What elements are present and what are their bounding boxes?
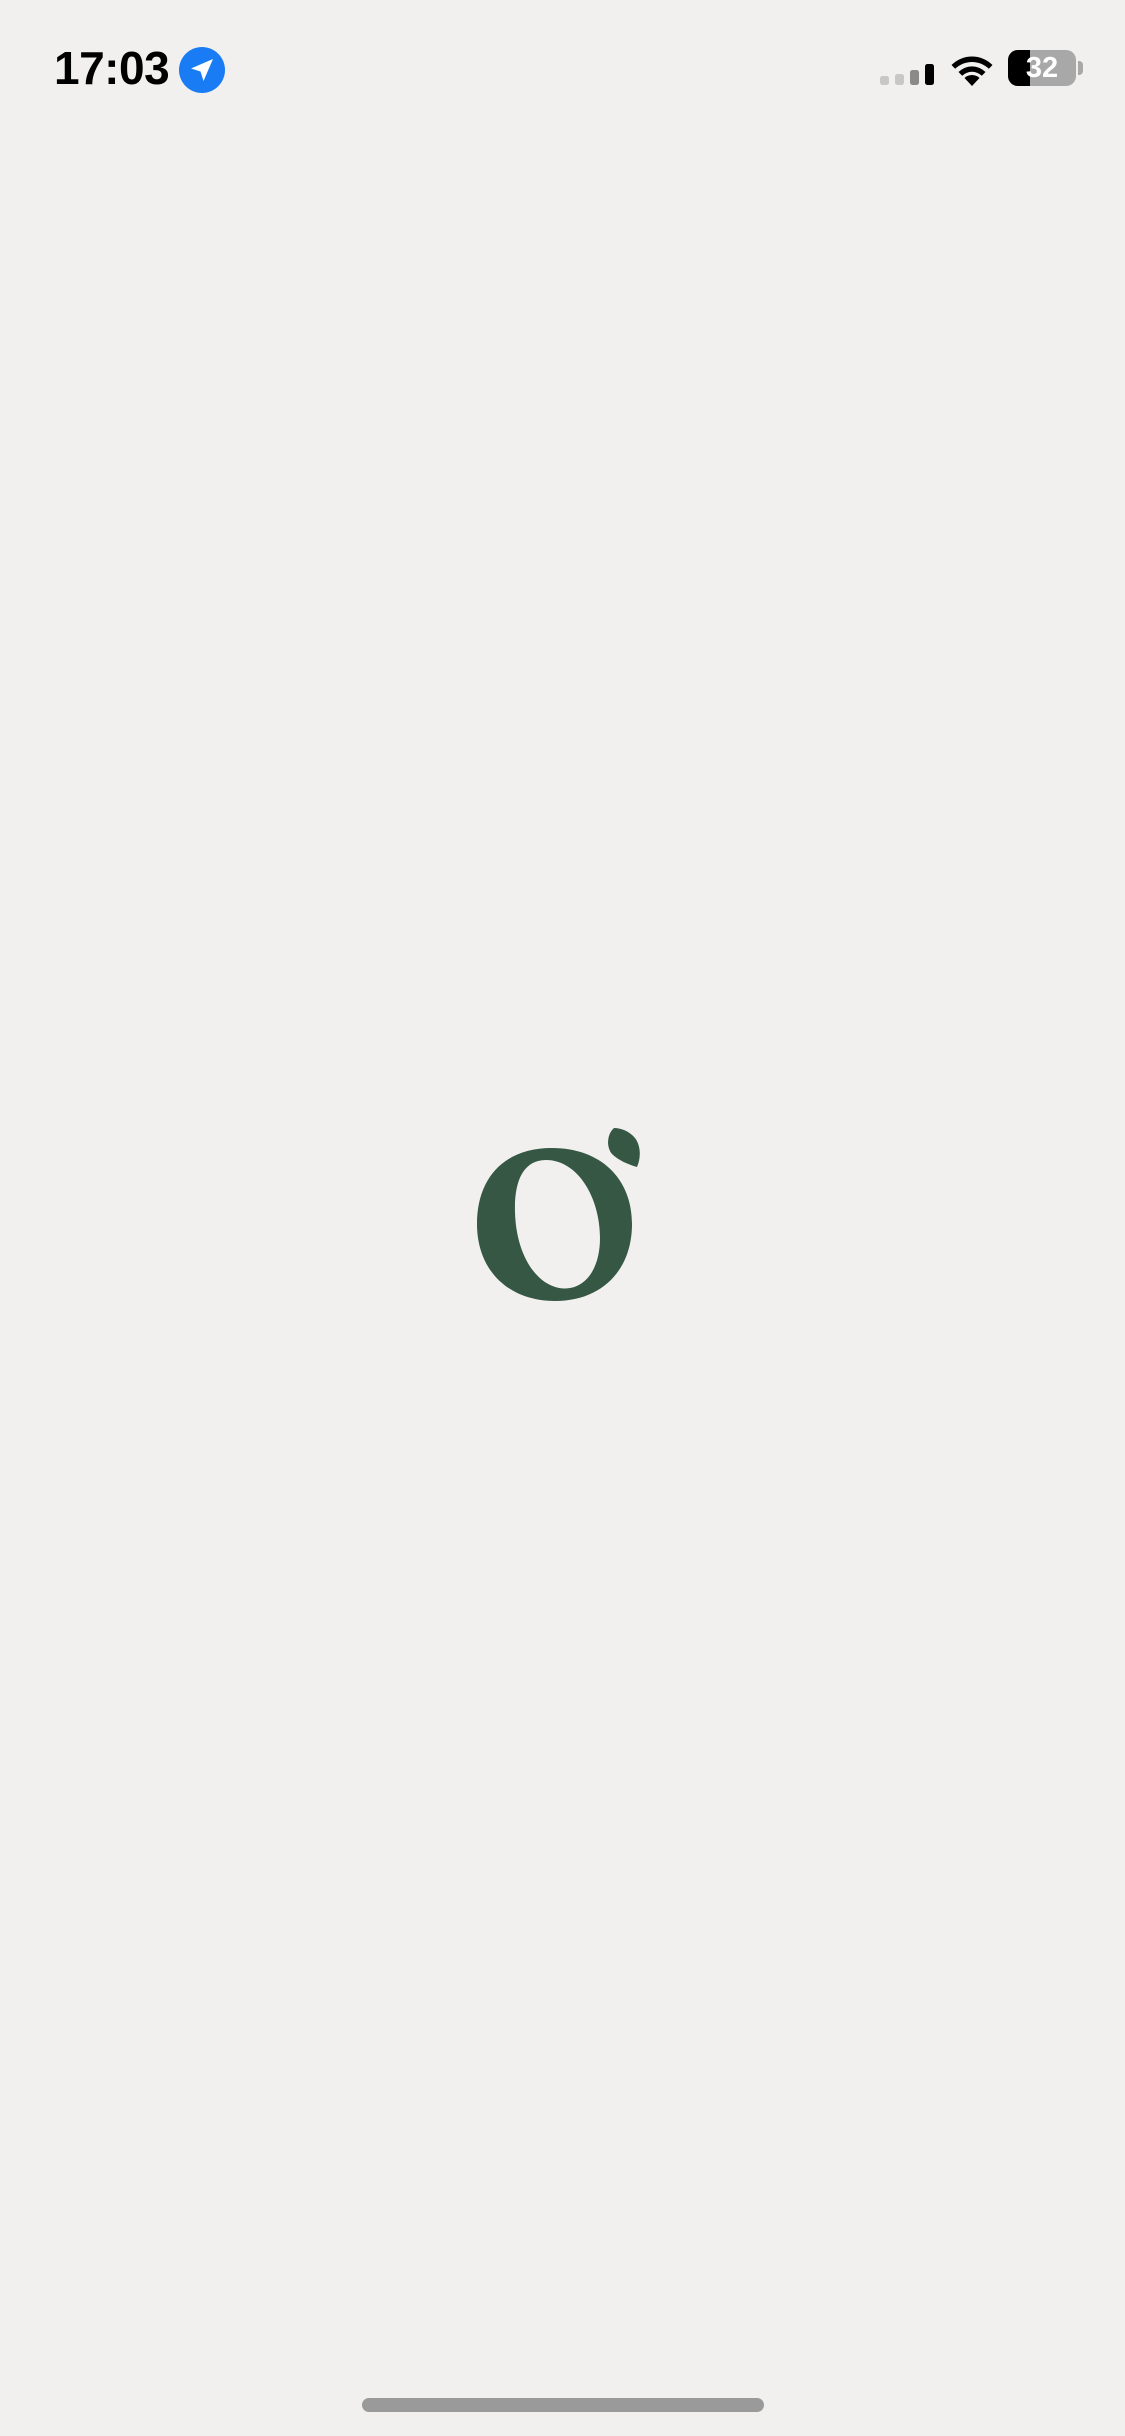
- status-time: 17:03: [54, 42, 170, 94]
- status-bar: 17:03 32: [0, 0, 1125, 140]
- cellular-signal-icon: [880, 64, 934, 85]
- battery-tip: [1078, 61, 1083, 75]
- location-arrow-icon: [179, 47, 225, 93]
- wifi-icon: [951, 56, 993, 86]
- home-indicator[interactable]: [362, 2398, 764, 2412]
- leaf-o-logo-icon: [477, 1128, 640, 1301]
- battery-icon: 32: [1008, 50, 1076, 86]
- battery-level: 32: [1025, 52, 1059, 84]
